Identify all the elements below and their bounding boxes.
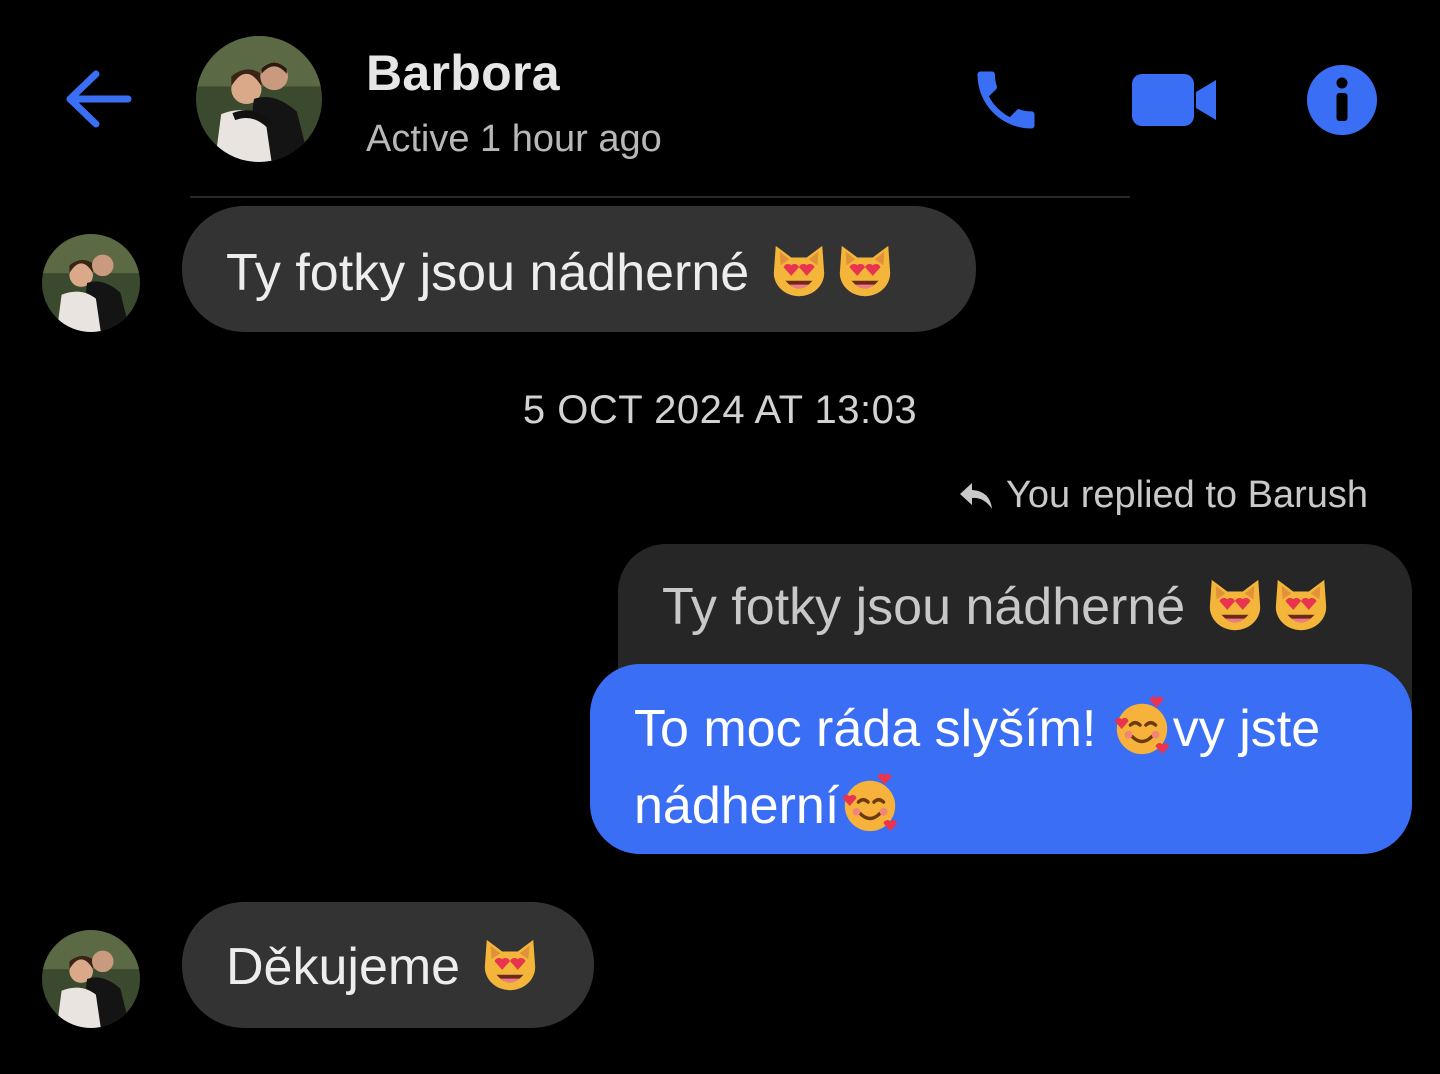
sender-avatar[interactable] [42, 234, 140, 332]
incoming-message[interactable]: Ty fotky jsou nádherné [182, 206, 976, 332]
chat-header: Barbora Active 1 hour ago [0, 0, 1440, 200]
message-timestamp: 5 OCT 2024 AT 13:03 [522, 388, 918, 432]
quoted-message-text: Ty fotky jsou nádherné [662, 578, 1186, 636]
message-text-line1-end: vy jste [1172, 700, 1321, 758]
smiling-cat-heart-eyes-icon [834, 240, 896, 317]
smiling-face-with-hearts-icon [839, 773, 901, 850]
header-divider [190, 196, 1130, 198]
phone-icon[interactable] [968, 62, 1044, 138]
reply-arrow-icon [958, 478, 994, 521]
contact-avatar[interactable] [196, 36, 322, 162]
message-text: Děkujeme [226, 938, 461, 996]
video-camera-icon[interactable] [1130, 70, 1220, 130]
smiling-face-with-hearts-icon [1111, 696, 1173, 773]
message-text-line1: To moc ráda slyším! [634, 700, 1111, 758]
message-text: Ty fotky jsou nádherné [226, 244, 750, 302]
message-text-line2: nádherní [634, 777, 840, 835]
chat-screen: Barbora Active 1 hour ago Ty fotky jsou … [0, 0, 1440, 1074]
contact-name[interactable]: Barbora [366, 44, 560, 102]
smiling-cat-heart-eyes-icon [479, 934, 541, 1011]
smiling-cat-heart-eyes-icon [1270, 574, 1332, 651]
sender-avatar[interactable] [42, 930, 140, 1028]
incoming-message[interactable]: Děkujeme [182, 902, 594, 1028]
info-icon[interactable] [1306, 64, 1378, 136]
reply-indicator-text: You replied to Barush [1006, 474, 1368, 516]
contact-status: Active 1 hour ago [366, 118, 662, 160]
reply-indicator: You replied to Barush [958, 474, 1368, 521]
smiling-cat-heart-eyes-icon [768, 240, 830, 317]
outgoing-message[interactable]: To moc ráda slyším! vy jste nádherní [590, 664, 1412, 854]
smiling-cat-heart-eyes-icon [1204, 574, 1266, 651]
back-arrow-icon[interactable] [62, 68, 134, 130]
